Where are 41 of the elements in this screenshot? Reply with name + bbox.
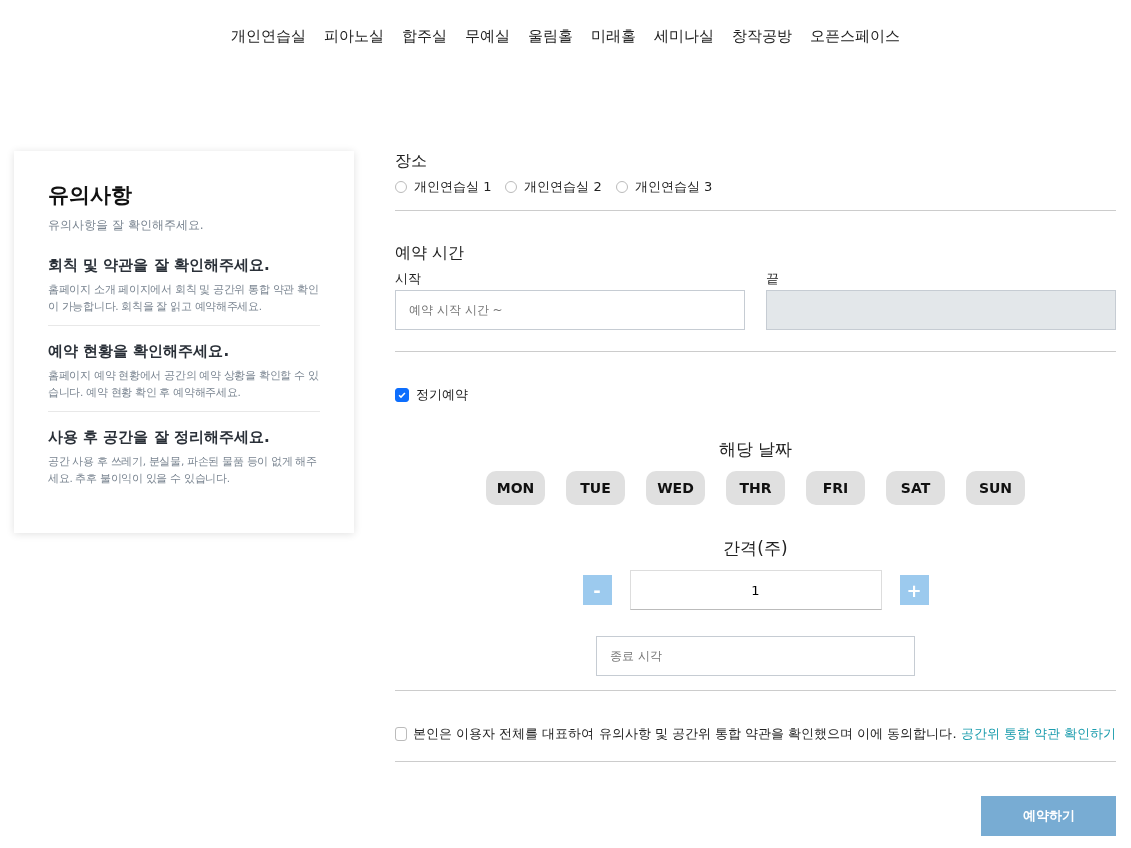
start-label: 시작 [395, 270, 422, 288]
checkmark-icon [397, 390, 407, 400]
day-button[interactable]: TUE [566, 471, 625, 505]
nav-link[interactable]: 피아노실 [324, 27, 384, 87]
notice-heading: 사용 후 공간을 잘 정리해주세요. [48, 428, 271, 447]
place-label: 장소 [395, 151, 428, 172]
time-label: 예약 시간 [395, 243, 466, 264]
notice-text: 공간 사용 후 쓰레기, 분실물, 파손된 물품 등이 없게 해주세요. 추후 불이익이 있을 수 있습니다. [48, 454, 318, 486]
day-button[interactable]: SAT [886, 471, 945, 505]
recurring-label: 정기예약 [416, 386, 468, 404]
end-label: 끝 [766, 270, 780, 288]
nav-link[interactable]: 합주실 [402, 27, 447, 87]
start-time-field[interactable]: 예약 시작 시간 ~ [395, 290, 745, 330]
notice-title: 유의사항 [48, 182, 133, 209]
day-button[interactable]: THR [726, 471, 785, 505]
nav-link[interactable]: 개인연습실 [231, 27, 306, 87]
interval-field[interactable]: 1 [629, 570, 882, 610]
nav-link[interactable]: 울림홀 [528, 27, 573, 87]
notice-subtitle: 유의사항을 잘 확인해주세요. [48, 217, 205, 234]
notice-text: 홈페이지 소개 페이지에서 회칙 및 공간위 통합 약관 확인이 가능합니다. 회칙을 잘 읽고 예약해주세요. [48, 282, 320, 314]
nav-link[interactable]: 미래홀 [591, 27, 636, 87]
checkbox[interactable] [395, 388, 409, 402]
days-label: 해당 날짜 [718, 438, 793, 461]
notice-heading: 회칙 및 약관을 잘 확인해주세요. [48, 256, 271, 275]
radio-label: 개인연습실 1 [414, 178, 492, 196]
notice-heading: 예약 현황을 확인해주세요. [48, 342, 231, 361]
nav-link[interactable]: 창작공방 [732, 27, 792, 87]
day-button[interactable]: FRI [806, 471, 865, 505]
day-button[interactable]: WED [646, 471, 705, 505]
day-button[interactable]: MON [486, 471, 545, 505]
agreement-text: 본인은 이용자 전체를 대표하여 유의사항 및 공간위 통합 약관을 확인했으며 이에 동의합니다. [413, 725, 957, 743]
nav-link[interactable]: 세미나실 [654, 27, 714, 87]
radio-label: 개인연습실 2 [524, 178, 602, 196]
nav-link[interactable]: 무예실 [465, 27, 510, 87]
radio-label: 개인연습실 3 [634, 178, 713, 196]
notice-text: 홈페이지 예약 현황에서 공간의 예약 상황을 확인할 수 있습니다. 예약 현황 확인 후 예약해주세요. [48, 368, 320, 400]
interval-label: 간격(주) [723, 537, 788, 560]
day-button[interactable]: SUN [966, 471, 1025, 505]
end-time-field[interactable]: 종료 시각 [596, 636, 915, 676]
checkbox[interactable] [395, 727, 407, 741]
nav-link[interactable]: 오픈스페이스 [810, 27, 900, 87]
